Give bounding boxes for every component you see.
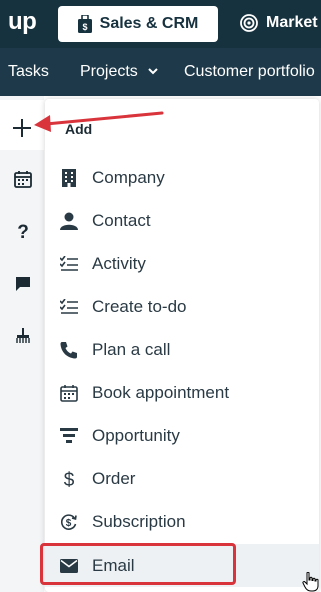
- menu-item-order[interactable]: $ Order: [45, 457, 319, 500]
- subscription-icon: $: [58, 511, 80, 533]
- menu-item-opportunity[interactable]: Opportunity: [45, 414, 319, 457]
- menu-item-activity[interactable]: Activity: [45, 242, 319, 285]
- menu-item-label: Create to-do: [92, 296, 187, 316]
- left-rail: ?: [0, 96, 44, 592]
- phone-icon: [58, 339, 80, 361]
- email-highlight-annotation: [40, 543, 236, 585]
- chat-bubble-icon: [16, 277, 30, 291]
- menu-item-label: Opportunity: [92, 425, 180, 445]
- question-icon: ?: [17, 222, 29, 241]
- menu-item-label: Contact: [92, 210, 151, 230]
- svg-text:$: $: [64, 470, 75, 489]
- hand-cursor-icon: [302, 572, 319, 592]
- chat-rail-button[interactable]: [12, 273, 34, 295]
- svg-text:$: $: [66, 518, 72, 529]
- calendar-icon: [58, 382, 80, 404]
- calendar-icon: [14, 171, 32, 188]
- svg-text:?: ?: [17, 222, 29, 241]
- menu-item-label: Order: [92, 468, 136, 488]
- menu-item-create-todo[interactable]: Create to-do: [45, 285, 319, 328]
- menu-item-plan-call[interactable]: Plan a call: [45, 328, 319, 371]
- funnel-icon: [58, 425, 80, 447]
- person-icon: [58, 210, 80, 232]
- calendar-rail-button[interactable]: [12, 168, 34, 190]
- menu-item-label: Company: [92, 167, 165, 187]
- menu-item-label: Subscription: [92, 511, 186, 531]
- help-rail-button[interactable]: ?: [12, 220, 34, 242]
- menu-item-label: Book appointment: [92, 382, 230, 402]
- menu-item-label: Plan a call: [92, 339, 171, 359]
- menu-item-subscription[interactable]: $ Subscription: [45, 500, 319, 543]
- add-menu: Add Company Contact Activity Create to-d…: [45, 99, 319, 592]
- dollar-icon: $: [58, 468, 80, 490]
- checklist-icon: [58, 296, 80, 318]
- building-icon: [58, 167, 80, 189]
- menu-item-label: Activity: [92, 253, 146, 273]
- menu-item-contact[interactable]: Contact: [45, 199, 319, 242]
- annotation-arrow: [34, 111, 164, 132]
- cleanup-rail-button[interactable]: [12, 325, 34, 347]
- menu-item-company[interactable]: Company: [45, 156, 319, 199]
- menu-item-book-appointment[interactable]: Book appointment: [45, 371, 319, 414]
- broom-icon: [16, 328, 30, 343]
- checklist-icon: [58, 253, 80, 275]
